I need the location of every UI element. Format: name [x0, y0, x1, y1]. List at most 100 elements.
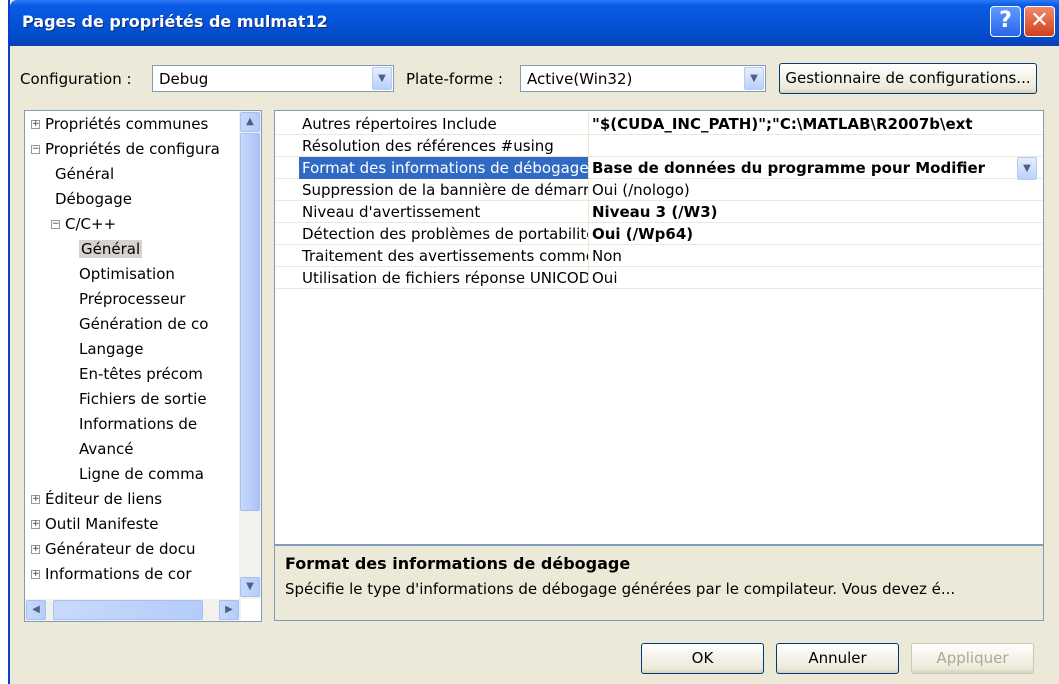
platform-combo[interactable]: Active(Win32) ▼: [520, 65, 766, 92]
property-name: Détection des problèmes de portabilité: [299, 223, 589, 245]
tree-item[interactable]: C/C++: [65, 213, 116, 235]
tree-item[interactable]: Ligne de comma: [79, 463, 204, 485]
property-grid: Autres répertoires Include "$(CUDA_INC_PA…: [274, 110, 1044, 545]
chevron-down-icon[interactable]: ▼: [1017, 157, 1037, 180]
scroll-left-icon[interactable]: ◀: [26, 600, 46, 620]
expand-icon[interactable]: +: [31, 495, 40, 504]
tree-item[interactable]: Propriétés communes: [45, 113, 208, 135]
tree-item-label: C/C++: [65, 215, 117, 233]
ok-button[interactable]: OK: [641, 643, 764, 674]
property-tree: + Propriétés communes − Propriétés de confi…: [24, 110, 262, 622]
cancel-button[interactable]: Annuler: [776, 643, 899, 674]
tree-item-label: Informations de: [79, 415, 198, 433]
platform-value: Active(Win32): [527, 70, 633, 88]
tree-item[interactable]: Général: [79, 238, 143, 260]
chevron-down-icon[interactable]: ▼: [372, 67, 392, 90]
configuration-value: Debug: [159, 70, 209, 88]
tree-item-label: Général: [55, 165, 115, 183]
tree-item[interactable]: Informations de: [79, 413, 197, 435]
expand-icon[interactable]: +: [31, 520, 40, 529]
help-icon[interactable]: ?: [990, 6, 1021, 37]
property-row[interactable]: Utilisation de fichiers réponse UNICODE O…: [275, 267, 1043, 289]
tree-item-label: Outil Manifeste: [45, 515, 159, 533]
property-value[interactable]: "$(CUDA_INC_PATH)";"C:\MATLAB\R2007b\ext: [590, 113, 1043, 135]
tree-item-label: Ligne de comma: [79, 465, 204, 483]
property-row[interactable]: Autres répertoires Include "$(CUDA_INC_PA…: [275, 113, 1043, 135]
apply-button[interactable]: Appliquer: [911, 643, 1034, 674]
tree-vertical-scrollbar[interactable]: ▲ ▼: [239, 111, 261, 599]
tree-item-label: En-têtes précom: [79, 365, 203, 383]
tree-item-label: Propriétés de configura: [45, 140, 220, 158]
scroll-up-icon[interactable]: ▲: [240, 112, 260, 132]
tree-item[interactable]: Fichiers de sortie: [79, 388, 207, 410]
tree-item[interactable]: Préprocesseur: [79, 288, 185, 310]
close-icon[interactable]: ✕: [1024, 6, 1055, 37]
property-row[interactable]: Niveau d'avertissement Niveau 3 (/W3): [275, 201, 1043, 223]
property-value[interactable]: Niveau 3 (/W3): [590, 201, 1043, 223]
property-value[interactable]: Oui: [590, 267, 1043, 289]
description-text: Spécifie le type d'informations de débog…: [285, 580, 956, 598]
tree-item-label: Fichiers de sortie: [79, 390, 207, 408]
tree-item-label: Préprocesseur: [79, 290, 186, 308]
property-row[interactable]: Traitement des avertissements comme des …: [275, 245, 1043, 267]
property-name: Niveau d'avertissement: [299, 201, 589, 223]
scroll-right-icon[interactable]: ▶: [219, 600, 239, 620]
property-pages-window: Pages de propriétés de mulmat12 ? ✕ Conf…: [8, 0, 1059, 684]
tree-item-label: Optimisation: [79, 265, 175, 283]
property-value[interactable]: Base de données du programme pour Modifi…: [590, 157, 1043, 179]
property-name: Format des informations de débogage: [299, 157, 589, 179]
tree-item[interactable]: Langage: [79, 338, 144, 360]
tree-item-label: Propriétés communes: [45, 115, 209, 133]
tree-item[interactable]: En-têtes précom: [79, 363, 203, 385]
tree-item[interactable]: Génération de co: [79, 313, 208, 335]
description-title: Format des informations de débogage: [285, 554, 631, 573]
window-title: Pages de propriétés de mulmat12: [22, 12, 328, 31]
collapse-icon[interactable]: −: [51, 220, 60, 229]
property-name: Résolution des références #using: [299, 135, 589, 157]
tree-item[interactable]: Débogage: [55, 188, 132, 210]
property-value[interactable]: [590, 135, 1043, 157]
tree-item[interactable]: Optimisation: [79, 263, 175, 285]
collapse-icon[interactable]: −: [31, 145, 40, 154]
property-row[interactable]: Suppression de la bannière de démarrage O…: [275, 179, 1043, 201]
tree-item[interactable]: Éditeur de liens: [45, 488, 162, 510]
scroll-down-icon[interactable]: ▼: [240, 577, 260, 597]
title-bar[interactable]: Pages de propriétés de mulmat12 ? ✕: [10, 0, 1059, 46]
tree-item[interactable]: Outil Manifeste: [45, 513, 159, 535]
expand-icon[interactable]: +: [31, 120, 40, 129]
property-value[interactable]: Non: [590, 245, 1043, 267]
property-row[interactable]: Détection des problèmes de portabilité Ou…: [275, 223, 1043, 245]
tree-item-label: Génération de co: [79, 315, 209, 333]
tree-item-label: Général: [79, 240, 143, 258]
tree-item-label: Débogage: [55, 190, 132, 208]
expand-icon[interactable]: +: [31, 570, 40, 579]
property-name: Utilisation de fichiers réponse UNICODE: [299, 267, 589, 289]
tree-item-label: Générateur de docu: [45, 540, 196, 558]
property-value[interactable]: Oui (/nologo): [590, 179, 1043, 201]
property-name: Traitement des avertissements comme des …: [299, 245, 589, 267]
configuration-label: Configuration :: [20, 70, 132, 88]
property-value[interactable]: Oui (/Wp64): [590, 223, 1043, 245]
tree-horizontal-scrollbar[interactable]: ◀ ▶: [25, 599, 241, 621]
description-panel: Format des informations de débogage Spéc…: [274, 545, 1044, 621]
property-name: Suppression de la bannière de démarrage: [299, 179, 589, 201]
horizontal-scroll-thumb[interactable]: [53, 600, 203, 620]
tree-item[interactable]: Propriétés de configura: [45, 138, 220, 160]
tree-item[interactable]: Informations de cor: [45, 563, 192, 585]
property-row[interactable]: Résolution des références #using: [275, 135, 1043, 157]
scroll-thumb[interactable]: [240, 133, 260, 511]
tree-item[interactable]: Avancé: [79, 438, 133, 460]
expand-icon[interactable]: +: [31, 545, 40, 554]
configuration-manager-button[interactable]: Gestionnaire de configurations...: [779, 63, 1037, 94]
tree-item-label: Avancé: [79, 440, 134, 458]
property-name: Autres répertoires Include: [299, 113, 589, 135]
tree-item[interactable]: Générateur de docu: [45, 538, 195, 560]
tree-item-label: Langage: [79, 340, 144, 358]
chevron-down-icon[interactable]: ▼: [744, 67, 764, 90]
tree-item-label: Informations de cor: [45, 565, 192, 583]
tree-item-label: Éditeur de liens: [45, 490, 163, 508]
tree-item[interactable]: Général: [55, 163, 114, 185]
configuration-combo[interactable]: Debug ▼: [152, 65, 394, 92]
platform-label: Plate-forme :: [406, 70, 503, 88]
property-row[interactable]: Format des informations de débogage Base …: [275, 157, 1043, 180]
